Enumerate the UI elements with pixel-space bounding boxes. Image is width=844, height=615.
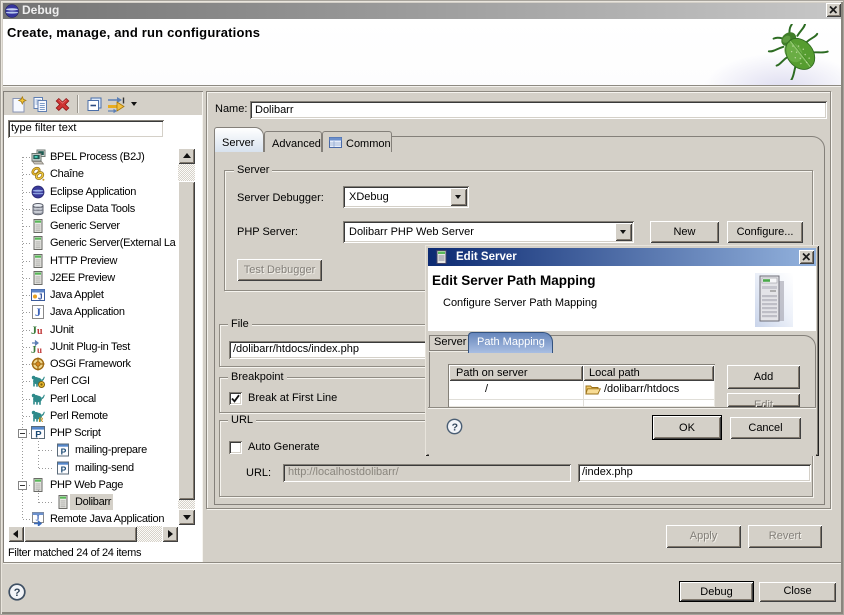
svg-text:u: u: [37, 345, 42, 355]
svg-text:u: u: [37, 326, 43, 337]
svg-text:P: P: [61, 447, 67, 457]
svg-text:?: ?: [14, 587, 21, 599]
svg-text:J: J: [35, 305, 41, 319]
svg-text:P: P: [61, 465, 67, 475]
svg-text:R: R: [39, 417, 44, 424]
svg-text:?: ?: [452, 421, 458, 433]
svg-text:J: J: [38, 293, 42, 302]
